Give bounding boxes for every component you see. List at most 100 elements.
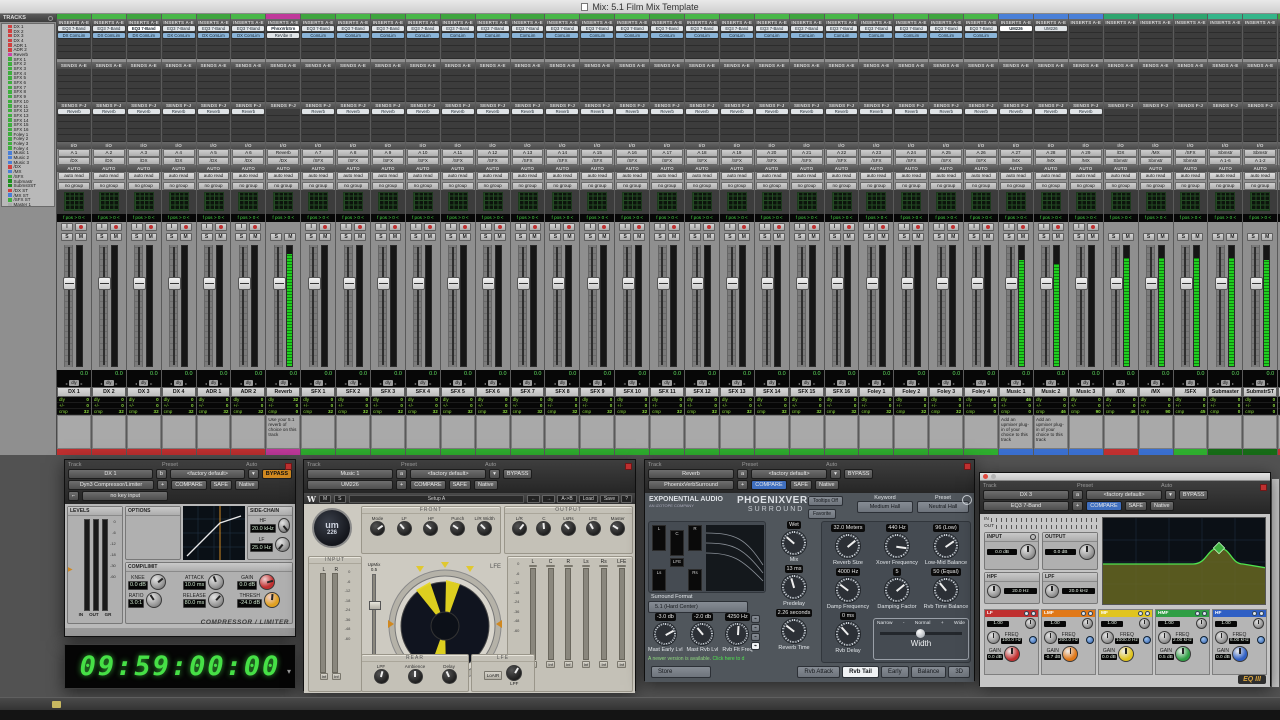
output-selector[interactable]: /SFX	[337, 157, 369, 165]
send-slot[interactable]	[721, 89, 753, 96]
fader-cap[interactable]	[587, 277, 600, 290]
track-name-button[interactable]: DX 2	[92, 387, 126, 397]
delay-button[interactable]: dly	[697, 380, 706, 386]
next-icon[interactable]: ▸	[1127, 381, 1129, 386]
knob-damp-frequency[interactable]	[835, 577, 861, 603]
pan-position-display[interactable]: f pos > 0 <	[1034, 214, 1068, 222]
knob-predelay[interactable]	[781, 574, 807, 600]
fader-cap[interactable]	[517, 277, 530, 290]
input-selector[interactable]: A 21	[791, 149, 823, 157]
io-header[interactable]: I/O	[127, 142, 161, 149]
send-slot[interactable]	[791, 76, 823, 83]
insert-slot[interactable]: EQ3 7-Band	[128, 26, 160, 33]
send-slot[interactable]	[791, 135, 823, 142]
send-slot[interactable]	[1140, 76, 1172, 83]
track-name-button[interactable]: SFX 1	[301, 387, 335, 397]
prev-icon[interactable]: ◂	[275, 381, 277, 386]
send-slot[interactable]	[407, 89, 439, 96]
send-slot[interactable]	[651, 95, 683, 102]
inf-button[interactable]: Inf	[617, 661, 626, 668]
send-slot[interactable]	[686, 89, 718, 96]
send-slot[interactable]: Reverb	[860, 109, 892, 116]
mute-button[interactable]: M	[1122, 233, 1134, 241]
next-icon[interactable]: ▸	[883, 381, 885, 386]
insert-button[interactable]: ComLim	[372, 33, 404, 38]
send-slot[interactable]	[1140, 82, 1172, 89]
solo-button[interactable]: S	[829, 233, 841, 241]
pan-grid[interactable]	[204, 192, 224, 211]
send-slot[interactable]	[477, 122, 509, 129]
record-enable-button[interactable]	[75, 223, 87, 231]
send-slot[interactable]	[198, 95, 230, 102]
delay-button[interactable]: dly	[628, 380, 637, 386]
fader-cap[interactable]	[796, 277, 809, 290]
gain-knob[interactable]	[1232, 646, 1248, 662]
output-selector[interactable]: A 1-2	[1244, 157, 1276, 165]
send-slot[interactable]	[302, 69, 334, 76]
mute-button[interactable]: M	[947, 233, 959, 241]
volume-readout[interactable]: 0.0	[162, 370, 196, 379]
next-icon[interactable]: ▸	[290, 381, 292, 386]
inserts-header[interactable]: INSERTS A-E	[406, 19, 440, 26]
prev-icon[interactable]: ◂	[1252, 381, 1254, 386]
insert-button[interactable]: PhnxVrbSrn	[267, 26, 299, 31]
tracks-menu-icon[interactable]	[48, 16, 53, 21]
surround-panner[interactable]	[1034, 190, 1068, 214]
insert-slot[interactable]: EQ3 7-Band	[302, 26, 334, 33]
record-enable-button[interactable]	[773, 223, 785, 231]
volume-readout[interactable]: 0.0	[336, 370, 370, 379]
output-selector[interactable]: Sbmstr	[1140, 157, 1172, 165]
send-slot[interactable]	[372, 82, 404, 89]
send-slot[interactable]	[895, 135, 927, 142]
send-button[interactable]: Reverb	[930, 109, 962, 114]
insert-slots[interactable]: EQ3 7-BandComLim	[755, 26, 789, 59]
send-slot[interactable]	[93, 122, 125, 129]
input-selector[interactable]: A 11	[442, 149, 474, 157]
insert-slots[interactable]: EQ3 7-BandComLim	[929, 26, 963, 59]
lf-knob[interactable]	[275, 537, 290, 552]
filter-freq-knob[interactable]	[987, 584, 1001, 598]
input-selector[interactable]: /SFX	[1175, 149, 1207, 157]
input-monitor-button[interactable]: I	[1073, 223, 1085, 231]
send-slot[interactable]	[581, 82, 613, 89]
insert-slots[interactable]: EQ3 7-BandComLim	[545, 26, 579, 59]
insert-button[interactable]: DX ComLim	[198, 33, 230, 38]
send-slot[interactable]	[337, 116, 369, 123]
delay-button[interactable]: dly	[558, 380, 567, 386]
auto-header[interactable]: AUTO	[511, 165, 545, 172]
insert-slot[interactable]	[337, 46, 369, 53]
track-name-button[interactable]: DX 1	[57, 387, 91, 397]
volume-fader[interactable]	[204, 245, 213, 367]
delay-button[interactable]: dly	[1256, 380, 1265, 386]
send-slot[interactable]	[721, 95, 753, 102]
solo-button[interactable]: S	[1177, 233, 1189, 241]
send-slot[interactable]	[1035, 116, 1067, 123]
insert-slot[interactable]: ComLim	[302, 33, 334, 40]
sends-ae-header[interactable]: SENDS A-E	[1174, 62, 1208, 69]
pan-position-display[interactable]: f pos > 0 <	[1208, 214, 1242, 222]
insert-slot[interactable]	[163, 39, 195, 46]
knob-mast-early-lvl[interactable]	[653, 622, 677, 646]
send-slot[interactable]	[477, 135, 509, 142]
inf-button[interactable]: Inf	[599, 661, 607, 668]
mute-button[interactable]: M	[215, 233, 227, 241]
send-slot[interactable]	[1244, 116, 1276, 123]
pan-grid[interactable]	[1146, 192, 1166, 211]
surround-panner[interactable]	[859, 190, 893, 214]
send-slot[interactable]	[651, 129, 683, 136]
input-selector[interactable]: A 9	[372, 149, 404, 157]
sends-ae-header[interactable]: SENDS A-E	[336, 62, 370, 69]
volume-fader[interactable]	[1076, 245, 1085, 367]
send-slot[interactable]	[1209, 89, 1241, 96]
hf-value[interactable]: 20.0 kHz	[250, 524, 276, 533]
send-slot[interactable]	[407, 129, 439, 136]
inserts-header[interactable]: INSERTS A-E	[1069, 19, 1103, 26]
gain-knob[interactable]	[1175, 646, 1191, 662]
io-header[interactable]: I/O	[1139, 142, 1173, 149]
pan-grid[interactable]	[308, 192, 328, 211]
auto-header[interactable]: AUTO	[197, 165, 231, 172]
solo-button[interactable]: S	[1108, 233, 1120, 241]
pan-position-display[interactable]: f pos > 0 <	[1069, 214, 1103, 222]
comments-box[interactable]	[1139, 415, 1173, 449]
insert-slot[interactable]: ComLim	[826, 33, 858, 40]
